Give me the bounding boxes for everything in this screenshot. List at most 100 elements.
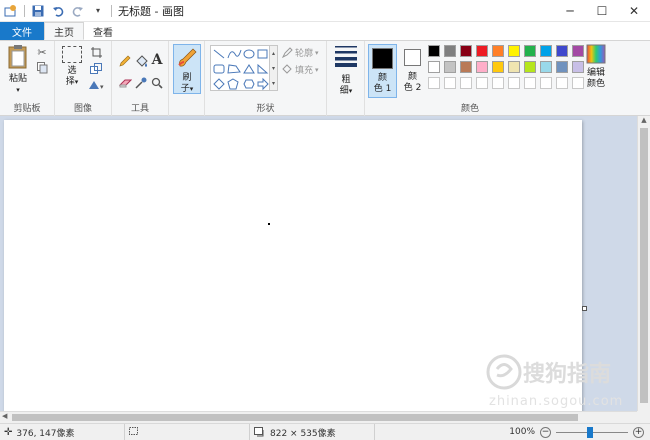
save-icon[interactable] — [31, 4, 45, 18]
palette-swatch[interactable] — [460, 61, 472, 73]
tools-group-label: 工具 — [130, 104, 149, 114]
fill-button[interactable]: 填充 ▾ — [282, 63, 319, 76]
palette-swatch-empty[interactable] — [444, 77, 456, 89]
horizontal-scrollbar[interactable]: ◀ — [0, 411, 637, 423]
palette-swatch[interactable] — [444, 45, 456, 57]
palette-swatch[interactable] — [540, 61, 552, 73]
color-wheel-icon — [586, 44, 606, 64]
shape-oval-icon[interactable] — [243, 49, 255, 59]
magnifier-icon[interactable] — [150, 76, 164, 90]
shape-polygon-icon[interactable] — [227, 64, 241, 74]
crop-icon[interactable] — [89, 45, 103, 59]
palette-swatch[interactable] — [428, 45, 440, 57]
vertical-scroll-thumb[interactable] — [640, 128, 648, 403]
palette-swatch-empty[interactable] — [524, 77, 536, 89]
palette-swatch-empty[interactable] — [508, 77, 520, 89]
palette-swatch-empty[interactable] — [460, 77, 472, 89]
undo-icon[interactable] — [51, 4, 65, 18]
palette-swatch[interactable] — [540, 45, 552, 57]
select-button[interactable]: 选 择▾ — [59, 46, 85, 88]
zoom-out-button[interactable]: − — [540, 426, 551, 438]
shape-diamond-icon[interactable] — [213, 78, 225, 90]
scroll-left-icon[interactable]: ◀ — [2, 412, 7, 420]
redo-icon[interactable] — [71, 4, 85, 18]
shape-pentagon-icon[interactable] — [227, 78, 239, 90]
text-tool-icon[interactable]: A — [150, 52, 164, 68]
palette-swatch[interactable] — [508, 61, 520, 73]
pencil-icon[interactable] — [118, 54, 132, 68]
shape-right-triangle-icon[interactable] — [257, 63, 269, 74]
cursor-position: ✛ 376, 147像素 — [0, 423, 125, 440]
edit-colors-button[interactable]: 编辑 颜色 — [583, 44, 609, 90]
canvas-dot — [268, 223, 270, 225]
eraser-icon[interactable] — [118, 76, 132, 90]
horizontal-scroll-thumb[interactable] — [12, 414, 578, 421]
resize-icon[interactable] — [89, 61, 103, 75]
colors-group-label: 颜色 — [460, 104, 479, 114]
divider — [111, 4, 112, 17]
palette-swatch-empty[interactable] — [476, 77, 488, 89]
zoom-control: 100% − + — [505, 426, 650, 438]
scroll-corner — [637, 411, 650, 423]
scroll-up-icon[interactable]: ▲ — [638, 116, 650, 124]
brushes-button[interactable]: 刷 子▾ — [173, 44, 201, 94]
palette-swatch[interactable] — [524, 45, 536, 57]
tab-view[interactable]: 查看 — [84, 22, 122, 40]
fill-bucket-icon[interactable] — [134, 54, 148, 68]
shape-hexagon-icon[interactable] — [243, 79, 255, 89]
palette-swatch-empty[interactable] — [540, 77, 552, 89]
outline-button[interactable]: 轮廓 ▾ — [282, 46, 319, 59]
selection-size — [125, 423, 250, 440]
palette-swatch[interactable] — [476, 45, 488, 57]
vertical-scrollbar[interactable]: ▲ — [637, 116, 650, 411]
color2-label: 颜 — [407, 72, 417, 82]
shape-line-icon[interactable] — [213, 49, 225, 59]
zoom-slider-thumb[interactable] — [587, 426, 593, 438]
palette-swatch[interactable] — [476, 61, 488, 73]
palette-swatch[interactable] — [556, 45, 568, 57]
tab-home[interactable]: 主页 — [44, 22, 84, 40]
palette-swatch[interactable] — [428, 61, 440, 73]
shape-rounded-rect-icon[interactable] — [213, 64, 225, 74]
zoom-slider[interactable] — [556, 426, 628, 438]
quick-access-toolbar: ▾ — [0, 0, 112, 22]
tab-file[interactable]: 文件 — [0, 22, 44, 40]
maximize-button[interactable]: ☐ — [586, 0, 618, 22]
palette-swatch[interactable] — [492, 45, 504, 57]
cut-icon[interactable]: ✂ — [35, 45, 49, 59]
size-button[interactable]: 粗 细▾ — [332, 45, 360, 97]
color1-button[interactable]: 颜 色 1 — [368, 44, 397, 98]
paint-app-icon[interactable] — [4, 4, 18, 18]
drawing-canvas[interactable] — [4, 120, 582, 423]
palette-swatch[interactable] — [460, 45, 472, 57]
customize-toolbar-chevron-icon[interactable]: ▾ — [91, 4, 105, 18]
palette-swatch[interactable] — [524, 61, 536, 73]
paste-button[interactable]: 粘贴 ▾ — [4, 44, 32, 96]
palette-swatch[interactable] — [508, 45, 520, 57]
minimize-button[interactable]: ─ — [554, 0, 586, 22]
close-button[interactable]: ✕ — [618, 0, 650, 22]
shapes-scroll[interactable]: ▴ ▾ ▾ — [270, 45, 278, 91]
palette-swatch[interactable] — [556, 61, 568, 73]
palette-swatch[interactable] — [492, 61, 504, 73]
color2-button[interactable]: 颜 色 2 — [399, 44, 426, 94]
edit-colors-label: 编辑 — [586, 68, 605, 78]
palette-swatch-empty[interactable] — [492, 77, 504, 89]
shapes-gallery[interactable] — [210, 45, 270, 91]
shape-arrow-icon[interactable] — [257, 77, 269, 91]
shape-curve-icon[interactable] — [227, 49, 242, 59]
rotate-icon[interactable]: ▾ — [87, 77, 107, 91]
zoom-in-button[interactable]: + — [633, 426, 644, 438]
outline-label: 轮廓 — [295, 49, 314, 59]
palette-swatch-empty[interactable] — [556, 77, 568, 89]
color-picker-icon[interactable] — [134, 76, 148, 90]
copy-icon[interactable] — [35, 61, 49, 75]
palette-swatch[interactable] — [444, 61, 456, 73]
select-icon — [62, 46, 82, 63]
shape-triangle-icon[interactable] — [243, 64, 255, 74]
chevron-down-icon: ▾ — [16, 86, 20, 94]
canvas-resize-handle[interactable] — [582, 306, 587, 311]
clipboard-group-label: 剪贴板 — [13, 104, 41, 114]
shape-rectangle-icon[interactable] — [257, 49, 268, 59]
palette-swatch-empty[interactable] — [428, 77, 440, 89]
